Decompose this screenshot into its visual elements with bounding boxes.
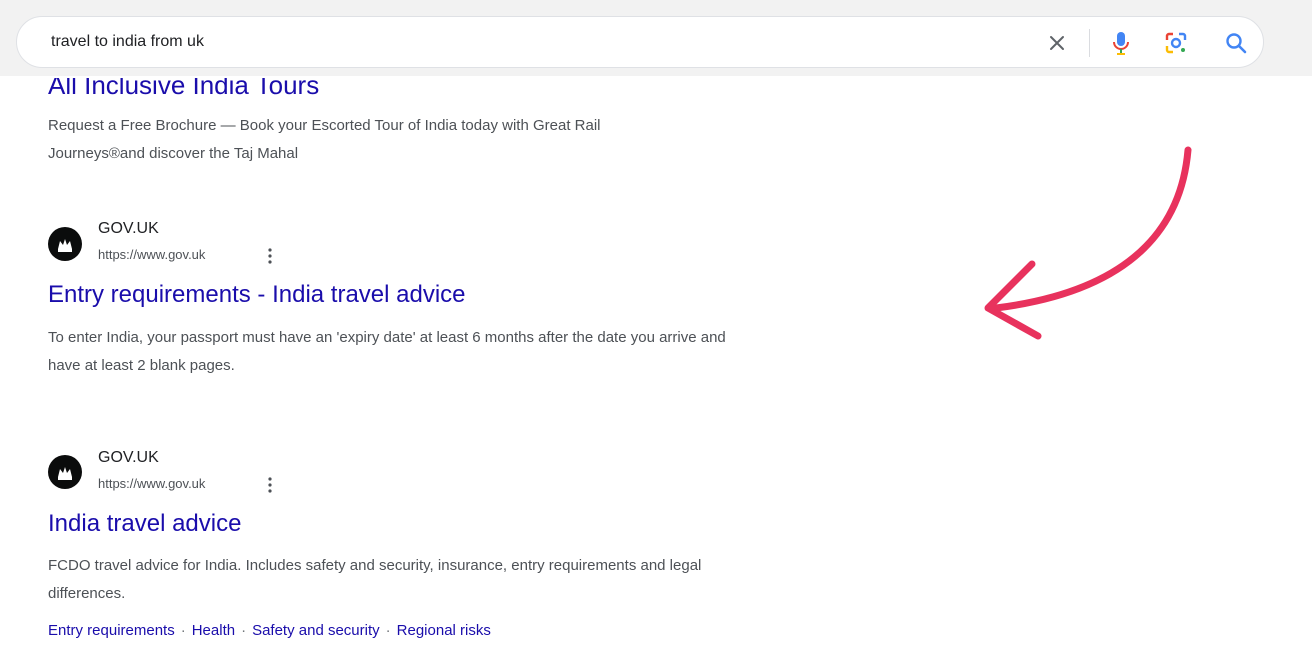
result-1-snippet-line-2: have at least 2 blank pages. — [48, 357, 235, 374]
crown-icon — [58, 239, 72, 252]
govuk-favicon[interactable] — [48, 455, 82, 489]
more-options-icon[interactable] — [268, 477, 272, 493]
sitelink-regional-risks[interactable]: Regional risks — [397, 622, 491, 639]
ad-snippet: Request a Free Brochure — Book your Esco… — [48, 112, 601, 168]
result-2-snippet-line-2: differences. — [48, 585, 126, 602]
result-1-title-link[interactable]: Entry requirements - India travel advice — [48, 281, 466, 309]
result-2-title-link[interactable]: India travel advice — [48, 510, 241, 538]
search-query-input[interactable]: travel to india from uk — [51, 33, 204, 51]
lens-icon[interactable] — [1163, 30, 1189, 56]
result-1-url[interactable]: https://www.gov.uk — [98, 247, 205, 262]
ad-snippet-line-2: Journeys®and discover the Taj Mahal — [48, 145, 299, 162]
ad-snippet-line-1: Request a Free Brochure — Book your Esco… — [48, 117, 601, 134]
annotation-arrow — [984, 146, 1192, 340]
search-divider — [1089, 29, 1090, 57]
search-results: All Inclusive India Tours Request a Free… — [0, 0, 1312, 668]
search-icon[interactable] — [1223, 30, 1249, 56]
result-1-site-name[interactable]: GOV.UK — [98, 220, 159, 238]
crown-icon — [58, 467, 72, 480]
result-2-sitelinks: Entry requirements · Health · Safety and sec… — [48, 622, 491, 639]
sitelink-entry-requirements[interactable]: Entry requirements — [48, 622, 175, 639]
result-2-url[interactable]: https://www.gov.uk — [98, 476, 205, 491]
close-icon[interactable] — [1045, 31, 1069, 55]
govuk-favicon[interactable] — [48, 227, 82, 261]
result-2-site-name[interactable]: GOV.UK — [98, 449, 159, 467]
microphone-icon[interactable] — [1109, 29, 1133, 57]
search-box[interactable]: travel to india from uk — [16, 16, 1264, 68]
result-1-snippet-line-1: To enter India, your passport must have … — [48, 329, 726, 346]
more-options-icon[interactable] — [268, 248, 272, 264]
result-2-snippet-line-1: FCDO travel advice for India. Includes s… — [48, 557, 702, 574]
result-1-snippet: To enter India, your passport must have … — [48, 324, 726, 380]
search-header: travel to india from uk — [0, 0, 1312, 76]
sitelink-health[interactable]: Health — [192, 622, 235, 639]
result-2-snippet: FCDO travel advice for India. Includes s… — [48, 552, 701, 608]
sitelink-safety-and-security[interactable]: Safety and security — [252, 622, 380, 639]
